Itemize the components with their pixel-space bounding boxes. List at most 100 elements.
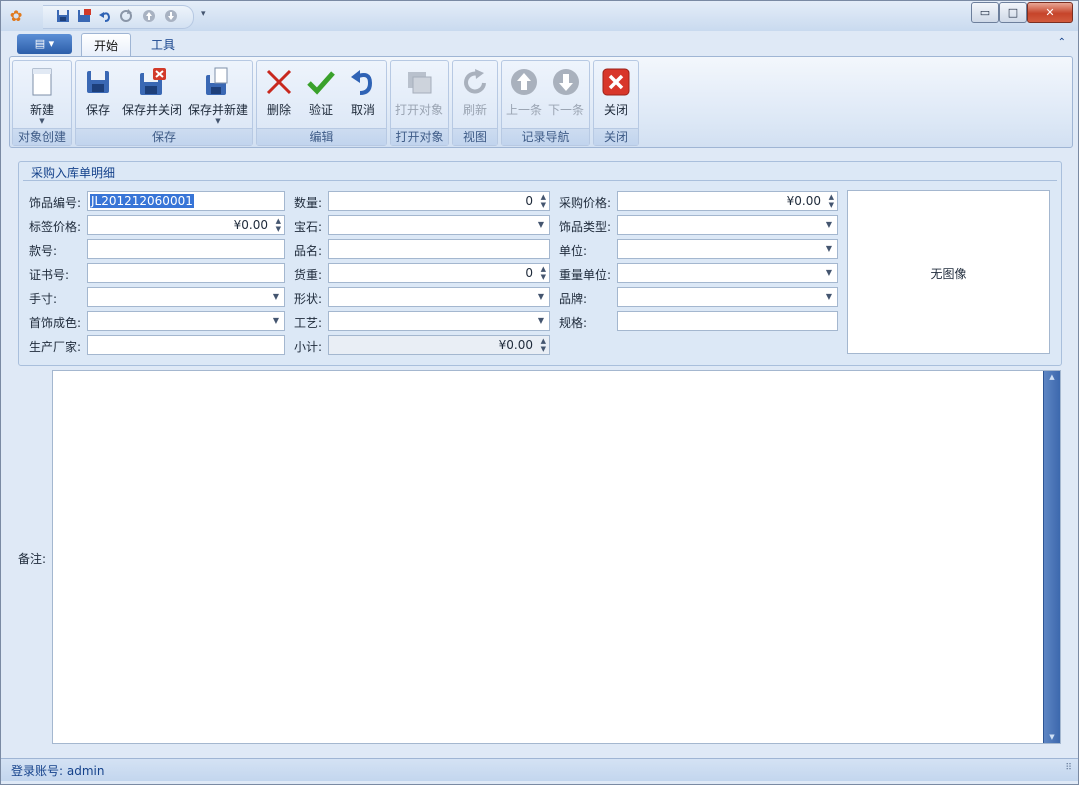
tag-price-spinner[interactable]: ¥0.00 ▲ ▼ (87, 215, 285, 235)
save-close-icon[interactable] (76, 9, 92, 25)
ribbon-collapse-icon[interactable]: ⌃ (1058, 37, 1066, 48)
tab-start[interactable]: 开始 (81, 33, 132, 58)
detail-group-title: 采购入库单明细 (31, 166, 116, 180)
refresh-button[interactable]: 刷新 (455, 64, 495, 124)
save-and-new-button[interactable]: 保存并新建 ▼ (186, 64, 250, 125)
spin-arrows-icon[interactable]: ▲ ▼ (541, 265, 546, 281)
memo-textarea[interactable]: ▲ ▼ (52, 370, 1061, 744)
memo-scrollbar[interactable]: ▲ ▼ (1043, 371, 1060, 743)
cert-no-label: 证书号: (29, 268, 70, 282)
quantity-spinner[interactable]: 0 ▲ ▼ (328, 191, 550, 211)
memo-label: 备注: (18, 552, 47, 566)
save-and-close-button[interactable]: 保存并关闭 (120, 64, 184, 124)
tab-tools[interactable]: 工具 (139, 33, 187, 57)
dropdown-arrow-icon: ▼ (215, 117, 221, 125)
previous-record-button[interactable]: 上一条 (504, 64, 544, 124)
spec-input[interactable] (617, 311, 838, 331)
subtotal-label: 小计: (294, 340, 323, 354)
style-no-label: 款号: (29, 244, 58, 258)
divider (23, 180, 1057, 181)
style-no-input[interactable] (87, 239, 285, 259)
quantity-label: 数量: (294, 196, 323, 210)
fineness-label: 首饰成色: (29, 316, 82, 330)
group-label-save: 保存 (76, 128, 252, 145)
chevron-down-icon[interactable]: ▼ (826, 264, 832, 282)
next-record-button[interactable]: 下一条 (546, 64, 586, 124)
group-open-object: 打开对象 打开对象 (390, 60, 449, 146)
manufacturer-label: 生产厂家: (29, 340, 82, 354)
fineness-combo[interactable]: ▼ (87, 311, 285, 331)
purchase-price-spinner[interactable]: ¥0.00 ▲ ▼ (617, 191, 838, 211)
group-close: 关闭 关闭 (593, 60, 639, 146)
goods-weight-label: 货重: (294, 268, 323, 282)
group-object-create: 新建 ▼ 对象创建 (12, 60, 72, 146)
down-icon[interactable] (163, 9, 179, 25)
item-no-input[interactable]: JL201212060001 (87, 191, 285, 211)
scroll-down-icon[interactable]: ▼ (1044, 731, 1060, 743)
close-form-button[interactable]: 关闭 (596, 64, 636, 124)
chevron-down-icon[interactable]: ▼ (538, 216, 544, 234)
group-label-edit: 编辑 (257, 128, 386, 145)
customize-qat-icon[interactable]: ▾ (201, 9, 206, 19)
shape-combo[interactable]: ▼ (328, 287, 550, 307)
chevron-down-icon[interactable]: ▼ (826, 216, 832, 234)
ribbon-tab-strip: ▤ ▾ 开始 工具 ⌃ (9, 31, 1072, 58)
new-button[interactable]: 新建 ▼ (17, 64, 67, 125)
spec-label: 规格: (559, 316, 588, 330)
size-combo[interactable]: ▼ (87, 287, 285, 307)
spin-arrows-icon[interactable]: ▲ ▼ (541, 337, 546, 353)
spin-arrows-icon[interactable]: ▲ ▼ (829, 193, 834, 209)
scroll-up-icon[interactable]: ▲ (1044, 371, 1060, 383)
brand-label: 品牌: (559, 292, 588, 306)
validate-button[interactable]: 验证 (302, 64, 340, 124)
maximize-button[interactable]: □ (999, 2, 1027, 23)
flower-icon[interactable]: ✿ (7, 7, 25, 25)
group-label-record-navigation: 记录导航 (502, 128, 589, 145)
cancel-button[interactable]: 取消 (344, 64, 382, 124)
chevron-down-icon[interactable]: ▼ (826, 240, 832, 258)
up-icon[interactable] (141, 9, 157, 25)
refresh-icon (464, 69, 486, 94)
item-type-label: 饰品类型: (559, 220, 612, 234)
application-menu-button[interactable]: ▤ ▾ (17, 34, 72, 54)
open-object-button[interactable]: 打开对象 (393, 64, 445, 124)
group-save: 保存 保存并关闭 保存并新建 ▼ 保存 (75, 60, 253, 146)
chevron-down-icon[interactable]: ▼ (273, 312, 279, 330)
chevron-down-icon[interactable]: ▼ (273, 288, 279, 306)
cert-no-input[interactable] (87, 263, 285, 283)
manufacturer-input[interactable] (87, 335, 285, 355)
item-type-combo[interactable]: ▼ (617, 215, 838, 235)
product-name-label: 品名: (294, 244, 323, 258)
group-label-close: 关闭 (594, 128, 638, 145)
chevron-down-icon[interactable]: ▼ (538, 312, 544, 330)
gem-combo[interactable]: ▼ (328, 215, 550, 235)
craft-label: 工艺: (294, 316, 323, 330)
undo-icon[interactable] (97, 9, 113, 25)
group-view: 刷新 视图 (452, 60, 498, 146)
unit-combo[interactable]: ▼ (617, 239, 838, 259)
craft-combo[interactable]: ▼ (328, 311, 550, 331)
weight-unit-label: 重量单位: (559, 268, 612, 282)
product-name-input[interactable] (328, 239, 550, 259)
goods-weight-spinner[interactable]: 0 ▲ ▼ (328, 263, 550, 283)
save-button[interactable]: 保存 (80, 64, 116, 124)
chevron-down-icon[interactable]: ▼ (826, 288, 832, 306)
subtotal-spinner[interactable]: ¥0.00 ▲ ▼ (328, 335, 550, 355)
login-account-text: 登录账号: admin (11, 764, 105, 778)
chevron-down-icon[interactable]: ▼ (538, 288, 544, 306)
redo-icon[interactable] (118, 9, 134, 25)
delete-button[interactable]: 删除 (260, 64, 298, 124)
product-image-box[interactable]: 无图像 (847, 190, 1050, 354)
save-close-icon (140, 68, 166, 95)
weight-unit-combo[interactable]: ▼ (617, 263, 838, 283)
save-icon[interactable] (55, 9, 71, 25)
resize-grip-icon[interactable]: ⠿ (1065, 763, 1072, 773)
spin-arrows-icon[interactable]: ▲ ▼ (276, 217, 281, 233)
minimize-button[interactable]: ▭ (971, 2, 999, 23)
group-label-open-object: 打开对象 (391, 128, 448, 145)
brand-combo[interactable]: ▼ (617, 287, 838, 307)
close-button[interactable]: ✕ (1027, 2, 1073, 23)
spin-arrows-icon[interactable]: ▲ ▼ (541, 193, 546, 209)
ribbon: 新建 ▼ 对象创建 保存 保存并关闭 保存并新建 ▼ 保存 删除 验证 取消 编… (9, 56, 1073, 148)
no-image-text: 无图像 (930, 267, 967, 281)
